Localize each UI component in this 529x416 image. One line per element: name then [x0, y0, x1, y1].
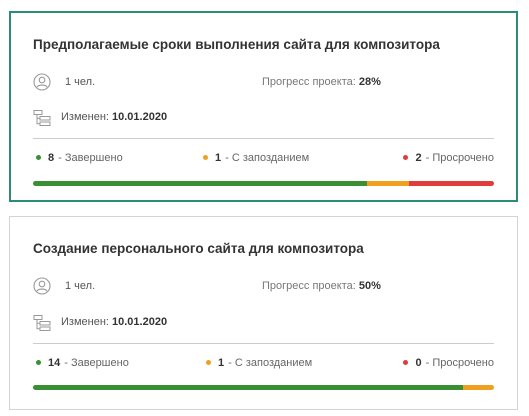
bar-segment-done: [33, 385, 464, 390]
done-count: 8: [48, 152, 55, 164]
divider: [33, 343, 494, 344]
hierarchy-icon: [33, 110, 51, 126]
progress-label: Прогресс проекта:: [262, 76, 356, 88]
done-count: 14: [48, 357, 61, 369]
overdue-label: - Просрочено: [425, 357, 494, 369]
stat-overdue: 2- Просрочено: [403, 152, 494, 164]
task-status-bar: [33, 385, 494, 390]
changed-info: Изменен: 10.01.2020: [61, 316, 167, 328]
late-label: - С запозданием: [228, 357, 313, 369]
user-icon: [33, 277, 51, 295]
late-count: 1: [215, 152, 222, 164]
late-count: 1: [218, 357, 225, 369]
project-progress: Прогресс проекта: 28%: [262, 76, 381, 88]
project-card[interactable]: Предполагаемые сроки выполнения сайта дл…: [9, 11, 518, 202]
late-label: - С запозданием: [225, 152, 310, 164]
task-status-bar: [33, 181, 494, 186]
divider: [33, 138, 494, 139]
progress-label: Прогресс проекта:: [262, 280, 356, 292]
done-dot: [36, 359, 41, 365]
late-dot: [206, 359, 211, 365]
done-label: - Завершено: [58, 152, 123, 164]
stat-done: 8- Завершено: [36, 152, 123, 164]
late-dot: [203, 154, 208, 160]
changed-date: 10.01.2020: [112, 111, 168, 123]
progress-value: 50%: [358, 280, 381, 292]
user-icon: [33, 73, 51, 91]
bar-segment-late: [463, 385, 494, 390]
stat-late: 1- С запозданием: [203, 152, 309, 164]
bar-segment-overdue: [408, 181, 494, 186]
overdue-dot: [403, 359, 409, 365]
overdue-count: 0: [415, 357, 422, 369]
overdue-label: - Просрочено: [425, 152, 494, 164]
overdue-dot: [403, 154, 409, 160]
members-count: 1 чел.: [65, 280, 96, 292]
progress-value: 28%: [358, 76, 381, 88]
stat-late: 1- С запозданием: [206, 357, 312, 369]
done-label: - Завершено: [64, 357, 129, 369]
hierarchy-icon: [33, 315, 51, 331]
project-progress: Прогресс проекта: 50%: [262, 280, 381, 292]
project-card[interactable]: Создание персонального сайта для компози…: [9, 216, 518, 410]
done-dot: [36, 154, 41, 160]
stat-done: 14- Завершено: [36, 357, 129, 369]
members-count: 1 чел.: [65, 76, 96, 88]
overdue-count: 2: [415, 152, 422, 164]
stat-overdue: 0- Просрочено: [403, 357, 494, 369]
task-stats: 8- Завершено 1- С запозданием 2- Просроч…: [33, 152, 494, 168]
changed-date: 10.01.2020: [112, 316, 168, 328]
project-title[interactable]: Создание персонального сайта для компози…: [33, 241, 364, 256]
bar-segment-done: [33, 181, 368, 186]
task-stats: 14- Завершено 1- С запозданием 0- Просро…: [33, 357, 494, 373]
project-title[interactable]: Предполагаемые сроки выполнения сайта дл…: [33, 37, 440, 52]
bar-segment-late: [367, 181, 409, 186]
changed-label: Изменен:: [61, 316, 109, 328]
changed-label: Изменен:: [61, 111, 109, 123]
changed-info: Изменен: 10.01.2020: [61, 111, 167, 123]
